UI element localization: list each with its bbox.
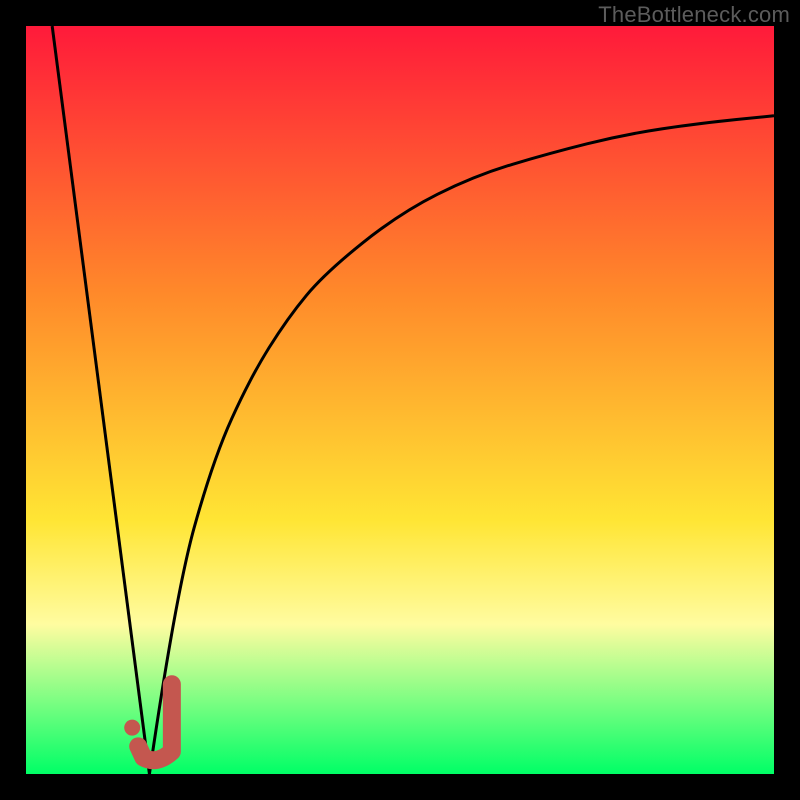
outer-frame: TheBottleneck.com	[0, 0, 800, 800]
chart-svg	[26, 26, 774, 774]
gradient-background	[26, 26, 774, 774]
marker-dot	[124, 720, 140, 736]
watermark-text: TheBottleneck.com	[598, 2, 790, 28]
plot-area	[26, 26, 774, 774]
